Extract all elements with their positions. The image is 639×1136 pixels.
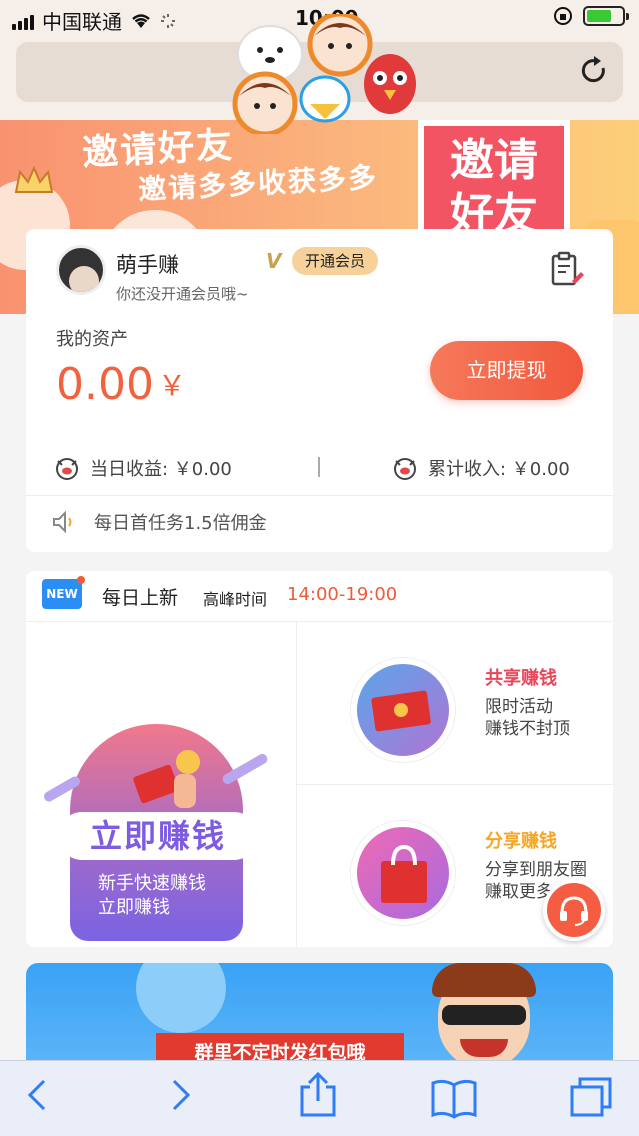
avatar[interactable] (56, 245, 106, 295)
daily-new-section: NEW 每日上新 高峰时间 14:00-19:00 立即赚钱 新手快速赚钱 立即… (26, 571, 613, 947)
battery-icon (583, 6, 629, 26)
shopping-bag-icon (381, 844, 427, 903)
share-earn-illustration (351, 658, 455, 762)
signal-icon (12, 12, 34, 30)
forward-icon[interactable] (168, 1075, 194, 1115)
red-envelope-icon (133, 750, 200, 808)
total-income: 累计收入: ￥0.00 (392, 455, 570, 481)
earn-now-subtitle: 新手快速赚钱 立即赚钱 (98, 872, 206, 920)
carrier-info: 中国联通 (12, 6, 176, 35)
pig-icon (56, 458, 78, 480)
divider (26, 495, 613, 496)
username: 萌手赚 (116, 253, 179, 277)
open-vip-button[interactable]: 开通会员 (292, 247, 378, 275)
assets-label: 我的资产 (56, 329, 128, 350)
asset-amount-value: 0.00 (56, 359, 154, 410)
earn-now-title: 立即赚钱 (58, 812, 258, 860)
pig-icon (394, 458, 416, 480)
tabs-icon[interactable] (568, 1075, 614, 1119)
mascot-illustration (232, 14, 416, 134)
reload-icon[interactable] (581, 56, 609, 86)
vip-status-text: 你还没开通会员哦~ (116, 285, 249, 303)
banner-card-line1: 邀请 (450, 135, 538, 186)
earn-now-sub2: 立即赚钱 (98, 897, 170, 918)
today-income: 当日收益: ￥0.00 (54, 455, 232, 481)
share-icon[interactable] (298, 1071, 338, 1117)
notice-bar[interactable]: 每日首任务1.5倍佣金 (52, 509, 267, 535)
share-earn-desc: 限时活动 赚钱不封顶 (485, 696, 570, 740)
asset-amount: 0.00 ￥ (56, 359, 186, 410)
crown-icon (14, 165, 54, 193)
share-earn-line2: 赚钱不封顶 (485, 719, 570, 739)
back-icon[interactable] (24, 1075, 50, 1115)
total-income-text: 累计收入: ￥0.00 (428, 459, 570, 480)
share-earn-title: 共享赚钱 (485, 668, 557, 689)
carrier-name: 中国联通 (42, 10, 122, 34)
promo-mascot (432, 963, 536, 1069)
wifi-icon (132, 13, 150, 28)
peak-time: 14:00-19:00 (287, 584, 398, 605)
earn-now-sub1: 新手快速赚钱 (98, 873, 206, 894)
browser-toolbar (0, 1060, 639, 1136)
share-earn-line1: 限时活动 (485, 697, 553, 717)
loading-icon (161, 13, 175, 28)
share-to-moments-line1: 分享到朋友圈 (485, 860, 587, 880)
profile-card: 萌手赚 V 开通会员 你还没开通会员哦~ 我的资产 0.00 ￥ 立即提现 当日… (26, 229, 613, 552)
notepad-icon[interactable] (550, 251, 584, 287)
customer-service-button[interactable] (543, 879, 605, 941)
asset-currency: ￥ (157, 369, 186, 402)
new-badge: NEW (42, 576, 85, 609)
daily-title: 每日上新 (102, 587, 179, 609)
share-earn-option[interactable]: 共享赚钱 限时活动 赚钱不封顶 (297, 622, 613, 784)
withdraw-button[interactable]: 立即提现 (430, 341, 583, 400)
headset-icon (560, 896, 588, 926)
share-to-moments-illustration (351, 821, 455, 925)
peak-label: 高峰时间 (203, 590, 268, 609)
bookmarks-icon[interactable] (430, 1079, 478, 1119)
share-to-moments-title: 分享赚钱 (485, 831, 557, 852)
earn-now-card[interactable]: 立即赚钱 新手快速赚钱 立即赚钱 (26, 622, 296, 947)
notice-text: 每日首任务1.5倍佣金 (94, 513, 267, 534)
rotation-lock-icon (554, 7, 572, 25)
stat-divider (318, 457, 320, 477)
speaker-icon (53, 510, 72, 534)
daily-header: NEW 每日上新 高峰时间 14:00-19:00 (26, 571, 613, 622)
today-income-text: 当日收益: ￥0.00 (90, 459, 232, 480)
red-envelope-icon (371, 690, 431, 732)
vip-v-icon: V (266, 249, 282, 273)
